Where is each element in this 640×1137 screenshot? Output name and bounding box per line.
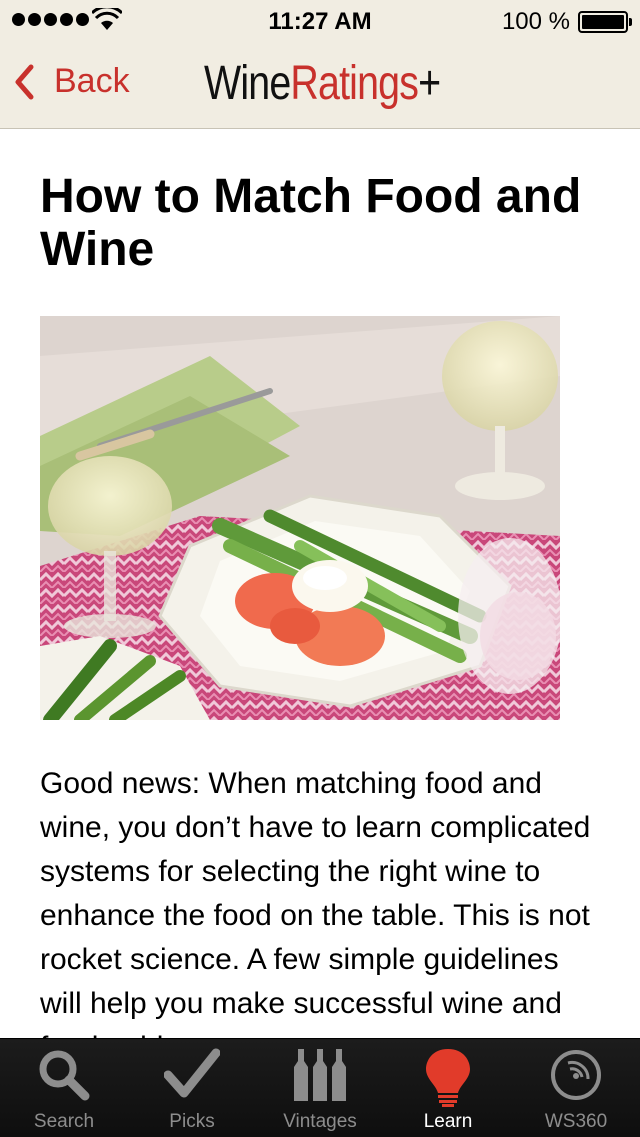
tab-learn[interactable]: Learn xyxy=(384,1039,512,1137)
battery-icon xyxy=(578,11,632,33)
ws360-dial-icon xyxy=(551,1050,601,1100)
wine-bottles-icon xyxy=(294,1049,346,1101)
article-title: How to Match Food and Wine xyxy=(40,170,582,276)
tab-search[interactable]: Search xyxy=(0,1039,128,1137)
food-wine-photo xyxy=(40,316,560,720)
tab-label-vintages: Vintages xyxy=(283,1111,357,1132)
tab-picks[interactable]: Picks xyxy=(128,1039,256,1137)
tab-vintages[interactable]: Vintages xyxy=(256,1039,384,1137)
battery-percentage: 100 % xyxy=(501,8,570,35)
tab-label-learn: Learn xyxy=(423,1111,473,1132)
logo-ratings-text: Ratings xyxy=(290,57,419,110)
chevron-left-icon xyxy=(15,64,34,99)
logo-wine-text: Wine xyxy=(204,57,291,110)
article-body: Good news: When matching food and wine, … xyxy=(40,767,591,1038)
lightbulb-icon xyxy=(426,1049,470,1107)
tab-label-search: Search xyxy=(33,1111,95,1132)
tab-label-ws360: WS360 xyxy=(544,1111,608,1132)
article-content[interactable]: How to Match Food and Wine Good news: Wh… xyxy=(40,128,600,1038)
back-label: Back xyxy=(54,62,130,100)
status-bar: 11:27 AM 100 % xyxy=(0,0,640,40)
tab-bar: Search Picks Vintages Learn WS360 xyxy=(0,1038,640,1137)
tab-ws360[interactable]: WS360 xyxy=(512,1039,640,1137)
app-logo: WineRatings+ xyxy=(204,56,441,111)
back-button[interactable]: Back xyxy=(14,62,130,101)
magnifier-icon xyxy=(39,1050,90,1101)
logo-plus-text: + xyxy=(418,57,441,110)
tab-label-picks: Picks xyxy=(169,1111,215,1132)
navigation-bar: Back WineRatings+ xyxy=(0,40,640,129)
checkmark-icon xyxy=(164,1048,220,1098)
